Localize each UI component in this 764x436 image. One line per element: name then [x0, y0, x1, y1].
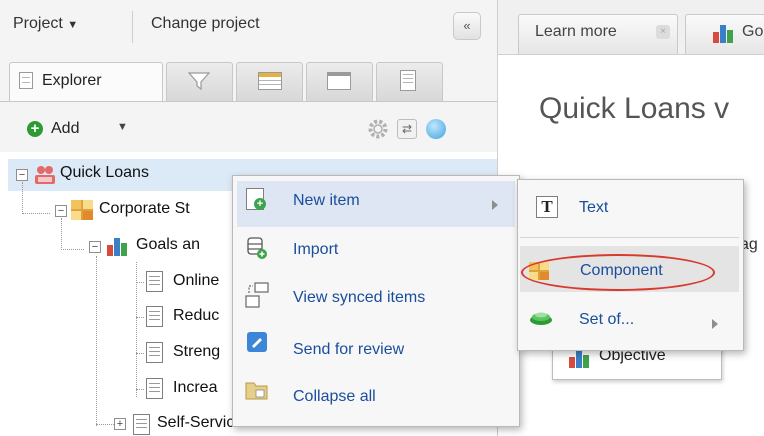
import-icon	[247, 237, 267, 259]
tab-learn-more-label: Learn more	[535, 23, 617, 40]
add-plus-icon: +	[27, 121, 43, 137]
document-icon	[146, 306, 163, 327]
chart-icon	[713, 25, 733, 43]
tree-item-label: Self-Service	[157, 414, 244, 431]
panel-header: Project ▼ Change project «	[0, 0, 497, 54]
synced-items-icon	[245, 282, 269, 308]
document-icon	[133, 414, 150, 435]
submenu-arrow-icon	[712, 319, 718, 329]
menu-item-label: View synced items	[293, 289, 426, 306]
document-icon	[146, 342, 163, 363]
menu-item-collapse-all[interactable]	[237, 369, 515, 415]
project-menu[interactable]: Project ▼	[13, 15, 78, 33]
menu-item-label: Collapse all	[293, 388, 376, 405]
page-title: Quick Loans v	[539, 92, 730, 125]
tree-guide	[136, 353, 144, 354]
collapse-toggle-icon[interactable]: −	[89, 241, 101, 253]
clipboard-icon	[400, 70, 416, 91]
tree-item-label: Online	[173, 272, 220, 289]
menu-item-label: Import	[293, 241, 339, 258]
change-project-link[interactable]: Change project	[151, 15, 260, 33]
submenu-item-label: Text	[579, 199, 609, 216]
page-icon	[19, 72, 33, 89]
separator	[132, 11, 133, 43]
collapse-toggle-icon[interactable]: −	[16, 169, 28, 181]
tree-item-label: Quick Loans	[60, 164, 149, 181]
component-icon	[71, 200, 93, 220]
menu-item-label: Send for review	[293, 341, 405, 358]
tree-item-label: Streng	[173, 343, 221, 360]
menu-item-new-item[interactable]	[237, 181, 515, 227]
review-icon	[247, 332, 267, 352]
tree-item-label: Increa	[173, 379, 218, 396]
set-icon	[530, 312, 552, 325]
tree-item-label: Goals an	[136, 236, 201, 253]
menu-item-import[interactable]	[237, 228, 515, 274]
tree-guide	[96, 256, 97, 426]
project-label: Project	[13, 15, 63, 32]
tree-item-label: Reduc	[173, 307, 220, 324]
gear-icon[interactable]	[366, 117, 390, 141]
collapse-panel-button[interactable]: «	[453, 12, 481, 40]
tab-explorer-label: Explorer	[42, 72, 102, 89]
tabs-divider	[0, 101, 497, 102]
document-icon	[146, 271, 163, 292]
chart-icon	[107, 238, 127, 256]
table-icon	[258, 72, 282, 90]
submenu-item-label: Set of...	[579, 311, 635, 328]
expand-toggle-icon[interactable]: +	[114, 418, 126, 430]
menu-separator	[520, 237, 739, 238]
caret-down-icon: ▼	[67, 19, 79, 31]
highlight-ring	[521, 254, 715, 291]
tab-go-label: Go	[742, 23, 764, 40]
menu-item-label: New item	[293, 192, 360, 209]
new-document-icon: +	[246, 188, 266, 210]
text-icon: T	[536, 196, 558, 218]
tree-item-label: Corporate St	[99, 200, 190, 217]
caret-down-icon[interactable]: ▼	[117, 121, 128, 133]
add-button[interactable]: Add	[51, 120, 79, 138]
filter-icon	[188, 72, 210, 91]
tree-guide	[136, 317, 144, 318]
sync-icon[interactable]: ⇄	[397, 119, 417, 139]
folder-icon	[245, 382, 268, 400]
project-icon	[35, 166, 55, 184]
close-icon[interactable]: ×	[656, 25, 670, 39]
tree-guide	[136, 389, 144, 390]
tree-guide	[136, 282, 144, 283]
window-icon	[327, 72, 351, 90]
document-icon	[146, 378, 163, 399]
submenu-arrow-icon	[492, 200, 498, 210]
collapse-toggle-icon[interactable]: −	[55, 205, 67, 217]
globe-icon[interactable]	[426, 119, 446, 139]
